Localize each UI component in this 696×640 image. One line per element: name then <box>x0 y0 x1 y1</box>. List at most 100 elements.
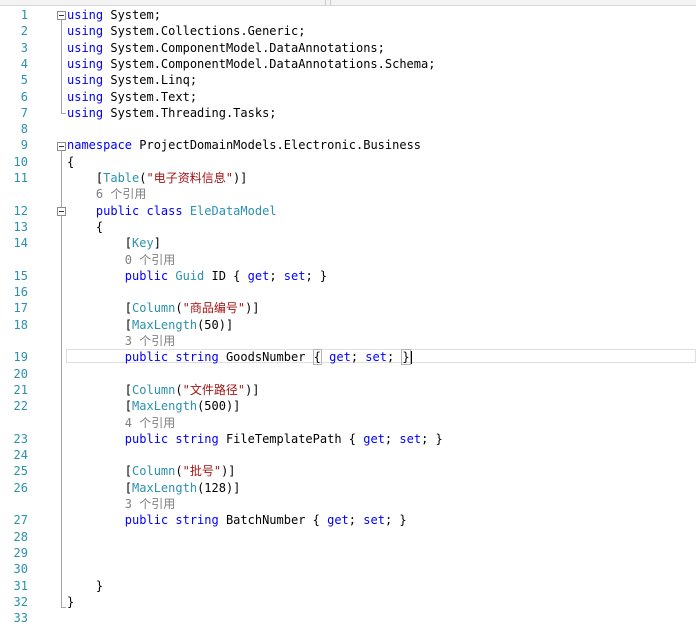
code-text: 6 个引用 <box>67 186 146 202</box>
codelens-reference-count[interactable]: 0 个引用 <box>67 253 175 267</box>
code-token: [ <box>67 171 104 185</box>
code-token: ] <box>153 236 161 251</box>
code-token: using <box>67 8 104 22</box>
codelens-reference-count[interactable]: 6 个引用 <box>67 187 146 201</box>
code-line[interactable]: 26 [MaxLength(128)] <box>0 480 696 496</box>
code-token: ; <box>384 431 400 446</box>
code-line[interactable]: 19 public string GoodsNumber { get; set;… <box>0 349 696 366</box>
code-token: "批号" <box>182 464 222 479</box>
code-text: using System.ComponentModel.DataAnnotati… <box>67 56 435 72</box>
code-line[interactable]: 20 <box>0 366 696 382</box>
line-number: 30 <box>13 562 28 577</box>
code-line[interactable]: 15 public Guid ID { get; set; } <box>0 268 696 284</box>
codelens-reference-count[interactable]: 3 个引用 <box>67 334 175 348</box>
code-token: } <box>67 594 75 609</box>
line-number: 29 <box>13 545 28 560</box>
line-number: 31 <box>13 578 28 593</box>
line-number: 18 <box>13 317 28 332</box>
code-token: get <box>363 431 385 446</box>
code-text: public string BatchNumber { get; set; } <box>67 512 407 528</box>
code-token: ; } <box>384 513 407 528</box>
code-line[interactable]: 17 [Column("商品编号")] <box>0 300 696 316</box>
code-line[interactable]: 28 <box>0 529 696 545</box>
codelens-reference-line[interactable]: 3 个引用 <box>0 333 696 349</box>
code-line[interactable]: 27 public string BatchNumber { get; set;… <box>0 512 696 528</box>
code-line[interactable]: 12 public class EleDataModel <box>0 203 696 219</box>
code-token: Column <box>132 464 176 479</box>
code-line[interactable]: 13 { <box>0 219 696 235</box>
code-token: Key <box>132 236 154 251</box>
code-token: )] <box>221 464 236 479</box>
code-token: set <box>365 350 387 365</box>
code-line[interactable]: 10 { <box>0 154 696 170</box>
code-token: Column <box>132 301 176 316</box>
code-token: Table <box>103 171 140 185</box>
code-token: ( <box>175 301 183 316</box>
code-text: [MaxLength(50)] <box>67 317 233 333</box>
code-line[interactable]: 30 <box>0 561 696 577</box>
code-text: public string FileTemplatePath { get; se… <box>67 431 443 447</box>
line-number: 32 <box>13 594 28 609</box>
code-token: System.ComponentModel.DataAnnotations; <box>103 40 385 55</box>
code-line[interactable]: 8 <box>0 121 696 137</box>
tab-strip-divider <box>330 0 331 5</box>
code-line[interactable]: 9 namespace ProjectDomainModels.Electroni… <box>0 137 696 153</box>
code-line[interactable]: 7 using System.Threading.Tasks; <box>0 105 696 121</box>
code-text: { <box>67 154 74 170</box>
code-token: "商品编号" <box>182 301 246 316</box>
code-line[interactable]: 2 using System.Collections.Generic; <box>0 23 696 39</box>
code-line[interactable]: 33 <box>0 610 696 626</box>
code-token: ; <box>350 350 366 365</box>
code-token: GoodsNumber <box>225 350 313 365</box>
code-line[interactable]: 14 [Key] <box>0 235 696 251</box>
code-line[interactable]: 11 [Table("电子资料信息")] <box>0 170 696 186</box>
codelens-reference-line[interactable]: 4 个引用 <box>0 415 696 431</box>
code-line[interactable]: 25 [Column("批号")] <box>0 463 696 479</box>
code-line[interactable]: 22 [MaxLength(500)] <box>0 398 696 414</box>
text-caret <box>410 351 412 365</box>
code-line[interactable]: 21 [Column("文件路径")] <box>0 382 696 398</box>
code-line[interactable]: 31 } <box>0 578 696 594</box>
code-token: "文件路径" <box>182 382 246 397</box>
code-line[interactable]: 29 <box>0 545 696 561</box>
code-token: ID { <box>204 268 248 283</box>
code-text: [MaxLength(500)] <box>67 398 241 414</box>
code-line[interactable]: 4 using System.ComponentModel.DataAnnotat… <box>0 56 696 72</box>
code-line[interactable]: 3 using System.ComponentModel.DataAnnotat… <box>0 40 696 56</box>
line-number: 24 <box>13 448 28 463</box>
code-line[interactable]: 1 using System; <box>0 7 696 23</box>
line-number: 10 <box>13 154 28 169</box>
line-number: 2 <box>20 24 28 39</box>
code-token: [ <box>67 464 133 479</box>
code-text: using System.Linq; <box>67 72 197 88</box>
codelens-reference-line[interactable]: 3 个引用 <box>0 496 696 512</box>
code-text: using System.Text; <box>67 89 197 105</box>
codelens-reference-count[interactable]: 4 个引用 <box>67 416 175 430</box>
code-line[interactable]: 23 public string FileTemplatePath { get;… <box>0 431 696 447</box>
code-token: using <box>67 105 104 120</box>
code-line[interactable]: 24 <box>0 447 696 463</box>
code-line[interactable]: 32} <box>0 594 696 610</box>
code-token: using <box>67 24 104 39</box>
code-text: public string GoodsNumber { get; set; } <box>67 349 412 366</box>
code-token: System.Threading.Tasks; <box>103 105 277 120</box>
code-editor[interactable]: 1 using System; 2 using System.Collections.… <box>0 6 696 640</box>
code-line[interactable]: 6 using System.Text; <box>0 89 696 105</box>
code-token: public class <box>67 203 190 218</box>
codelens-reference-line[interactable]: 0 个引用 <box>0 252 696 268</box>
code-line[interactable]: 18 [MaxLength(50)] <box>0 317 696 333</box>
line-number: 9 <box>20 138 28 153</box>
codelens-reference-count[interactable]: 3 个引用 <box>67 497 175 511</box>
code-text: [Table("电子资料信息")] <box>67 170 248 186</box>
codelens-reference-line[interactable]: 6 个引用 <box>0 186 696 202</box>
code-token: System.ComponentModel.DataAnnotations.Sc… <box>103 56 436 71</box>
code-token: )] <box>232 171 248 185</box>
code-token: )] <box>245 382 260 397</box>
code-token: using <box>67 56 104 71</box>
code-text: { <box>67 219 103 235</box>
line-number: 7 <box>20 105 28 120</box>
code-token: public string <box>67 431 226 446</box>
code-line[interactable]: 16 <box>0 284 696 300</box>
code-line[interactable]: 5 using System.Linq; <box>0 72 696 88</box>
line-number: 26 <box>13 480 28 495</box>
